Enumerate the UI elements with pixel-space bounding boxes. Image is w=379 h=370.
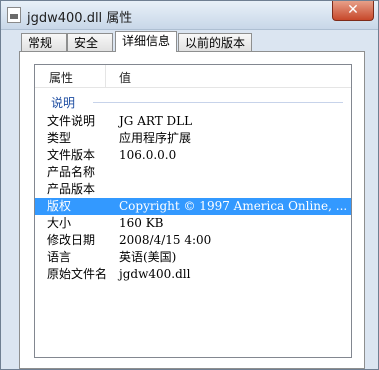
details-list[interactable]: 属性 值 说明 文件说明 JG ART DLL 类型 应用程序扩展 文件版本 1… [34,64,352,358]
list-item[interactable]: 产品版本 [35,181,351,198]
list-item[interactable]: 产品名称 [35,164,351,181]
file-icon [7,7,21,23]
tab-details[interactable]: 详细信息 [115,31,177,52]
group-label-description: 说明 [51,96,76,110]
tab-previous-versions[interactable]: 以前的版本 [178,33,252,51]
property-value: JG ART DLL [119,114,193,128]
property-name: 文件版本 [47,148,96,162]
property-value: Copyright © 1997 America Online, ... [119,199,348,213]
close-button[interactable]: ✕ [332,1,374,21]
list-item[interactable]: 原始文件名 jgdw400.dll [35,266,351,283]
property-name: 文件说明 [47,114,96,128]
details-panel: 属性 值 说明 文件说明 JG ART DLL 类型 应用程序扩展 文件版本 1… [19,51,365,369]
tab-general[interactable]: 常规 [21,33,67,51]
property-value: 160 KB [119,216,164,230]
title-bar[interactable]: jgdw400.dll 属性 ✕ [1,1,378,30]
property-value: 106.0.0.0 [119,148,177,162]
tab-security[interactable]: 安全 [67,33,113,51]
list-header: 属性 值 [35,65,351,88]
properties-window: jgdw400.dll 属性 ✕ 常规 安全 详细信息 以前的版本 属性 值 说… [0,0,379,370]
list-item-selected[interactable]: 版权 Copyright © 1997 America Online, ... [35,198,351,215]
property-value: 2008/4/15 4:00 [119,233,212,247]
close-icon: ✕ [347,2,359,18]
group-divider [93,102,343,103]
list-item[interactable]: 大小 160 KB [35,215,351,232]
property-name: 版权 [47,199,72,213]
property-name: 修改日期 [47,233,96,247]
property-value: 英语(美国) [119,250,177,264]
column-divider[interactable] [105,65,106,87]
window-title: jgdw400.dll 属性 [27,11,133,26]
list-item[interactable]: 语言 英语(美国) [35,249,351,266]
property-value: 应用程序扩展 [119,131,192,145]
column-header-property[interactable]: 属性 [49,69,73,86]
list-item[interactable]: 文件版本 106.0.0.0 [35,147,351,164]
property-name: 原始文件名 [47,267,108,281]
property-name: 产品名称 [47,165,96,179]
list-item[interactable]: 文件说明 JG ART DLL [35,113,351,130]
property-name: 产品版本 [47,182,96,196]
column-header-value[interactable]: 值 [119,69,131,86]
property-value: jgdw400.dll [119,267,191,281]
list-item[interactable]: 类型 应用程序扩展 [35,130,351,147]
property-name: 类型 [47,131,72,145]
list-item[interactable]: 修改日期 2008/4/15 4:00 [35,232,351,249]
property-name: 大小 [47,216,72,230]
property-name: 语言 [47,250,72,264]
